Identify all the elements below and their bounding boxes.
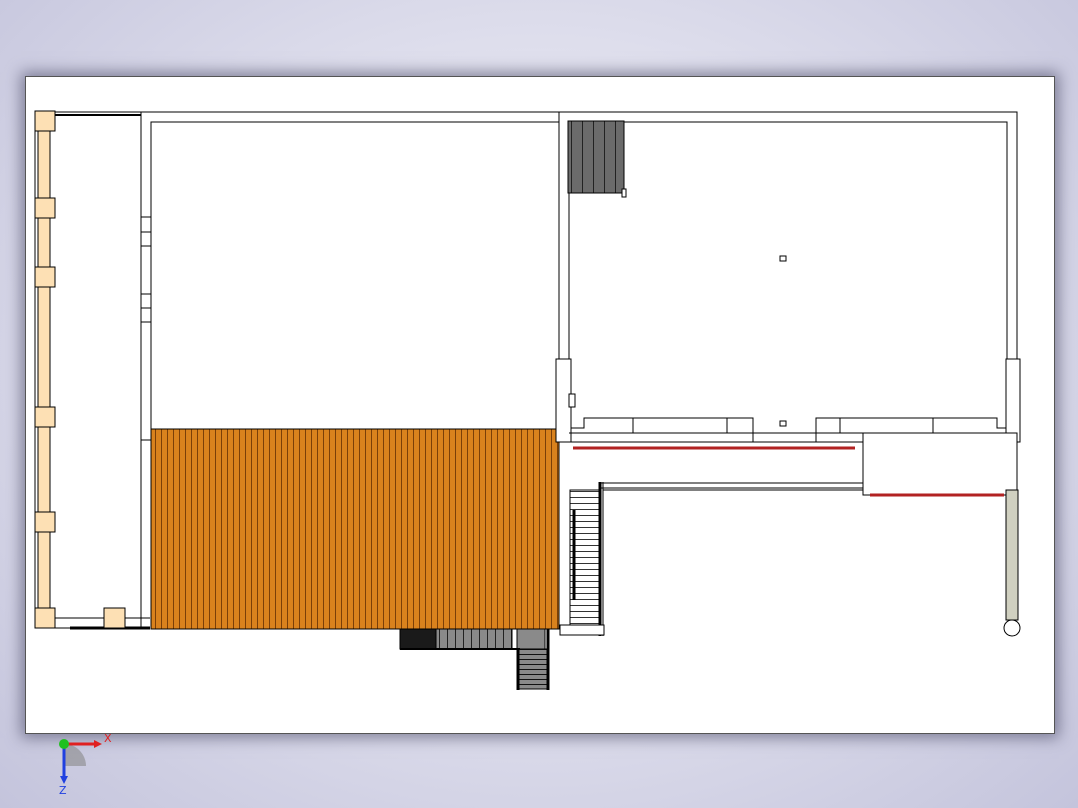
- z-axis-label: Z: [59, 784, 67, 797]
- stair-landing: [399, 628, 437, 650]
- veranda-outline: [34, 111, 142, 629]
- bottom-stairs[interactable]: [399, 628, 550, 690]
- x-axis-label: X: [104, 732, 112, 745]
- post-base: [1003, 619, 1021, 637]
- stair-post: [621, 188, 627, 198]
- right-building[interactable]: [555, 111, 1021, 443]
- floor-marker: [779, 255, 787, 262]
- column: [34, 511, 56, 533]
- column: [34, 110, 56, 132]
- reference-triad-icon: X Z: [59, 732, 112, 797]
- interior-stair[interactable]: [567, 120, 625, 194]
- right-outer-wall: [558, 111, 1018, 443]
- stair-flight: [517, 648, 549, 690]
- stair-flight: [435, 628, 513, 650]
- stair-landing: [559, 624, 605, 636]
- wall-detail: [568, 393, 576, 408]
- right-inner-wall: [568, 121, 1008, 443]
- right-terrace[interactable]: [559, 432, 1021, 637]
- column: [34, 607, 56, 629]
- stair-landing: [516, 628, 546, 650]
- column: [34, 266, 56, 288]
- y-axis-icon: [59, 739, 69, 749]
- wood-deck[interactable]: [150, 428, 560, 630]
- graphics-viewport[interactable]: X Z: [0, 0, 1078, 808]
- column: [34, 197, 56, 219]
- floor-marker: [779, 420, 787, 427]
- left-hall[interactable]: [140, 111, 560, 441]
- terrace-post: [1005, 489, 1019, 621]
- floor-plan-drawing[interactable]: [0, 0, 1078, 808]
- left-veranda[interactable]: [34, 111, 150, 630]
- hall-inner-wall: [150, 121, 560, 431]
- column: [103, 607, 126, 629]
- wall-pier: [1005, 358, 1021, 443]
- terrace-block: [862, 432, 1018, 496]
- column: [34, 406, 56, 428]
- hall-outer-wall: [140, 111, 560, 441]
